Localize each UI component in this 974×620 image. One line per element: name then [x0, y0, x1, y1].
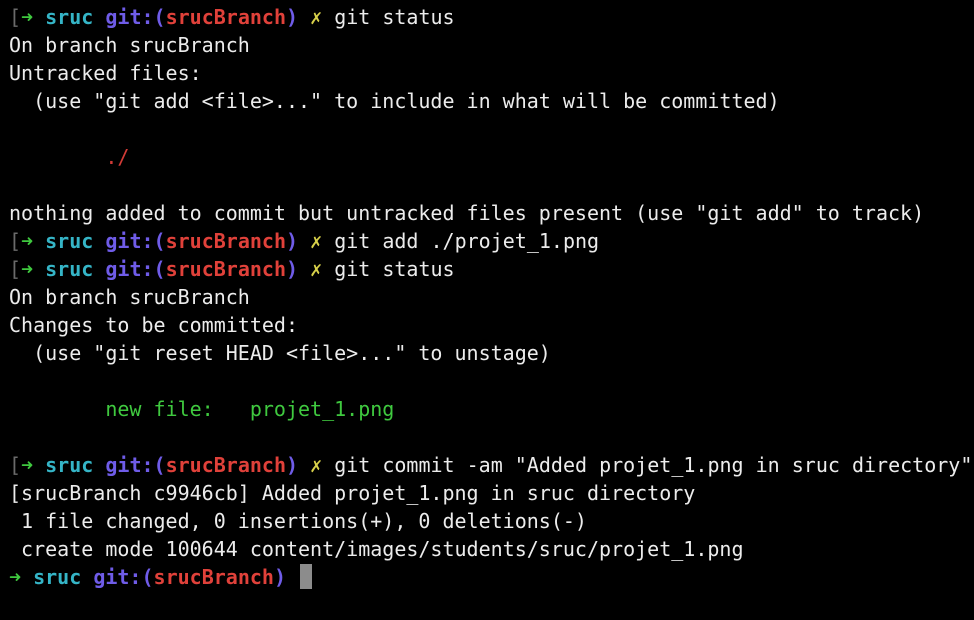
output-line: [srucBranch c9946cb] Added projet_1.png … — [9, 479, 974, 507]
output-text: Untracked files: — [9, 61, 202, 85]
command-text: git commit -am "Added projet_1.png in sr… — [334, 453, 973, 477]
prompt-directory: sruc — [45, 453, 94, 477]
output-line: nothing added to commit but untracked fi… — [9, 199, 974, 227]
prompt-bracket: [ — [9, 453, 22, 477]
output-text: On branch srucBranch — [9, 285, 250, 309]
prompt-paren-close: ) — [286, 453, 299, 477]
text-cursor[interactable] — [300, 564, 313, 589]
prompt-paren-open: ( — [153, 5, 166, 29]
prompt-branch-name: srucBranch — [153, 565, 274, 589]
prompt-paren-open: ( — [153, 257, 166, 281]
prompt-branch-name: srucBranch — [165, 453, 286, 477]
prompt-directory: sruc — [45, 5, 94, 29]
prompt-paren-close: ) — [286, 229, 299, 253]
prompt-arrow-icon: ➜ — [21, 453, 34, 477]
prompt-bracket: [ — [9, 229, 22, 253]
prompt-paren-close: ) — [286, 257, 299, 281]
output-line: On branch srucBranch — [9, 31, 974, 59]
prompt-arrow-icon: ➜ — [9, 565, 22, 589]
output-text: [srucBranch c9946cb] Added projet_1.png … — [9, 481, 696, 505]
prompt-directory: sruc — [45, 229, 94, 253]
output-text: (use "git reset HEAD <file>..." to unsta… — [9, 341, 551, 365]
prompt-line: [➜ sruc git:(srucBranch) ✗ git commit -a… — [9, 451, 974, 479]
prompt-line: [➜ sruc git:(srucBranch) ✗ git status — [9, 3, 974, 31]
output-line: On branch srucBranch — [9, 283, 974, 311]
output-text: nothing added to commit but untracked fi… — [9, 201, 925, 225]
prompt-paren-close: ) — [273, 565, 286, 589]
prompt-git-label: git: — [105, 229, 154, 253]
output-text: On branch srucBranch — [9, 33, 250, 57]
prompt-bracket: [ — [9, 5, 22, 29]
prompt-branch-name: srucBranch — [165, 229, 286, 253]
output-line: ./ — [9, 143, 974, 171]
prompt-paren-open: ( — [153, 229, 166, 253]
prompt-line: [➜ sruc git:(srucBranch) ✗ git status — [9, 255, 974, 283]
command-text: git status — [334, 257, 455, 281]
prompt-paren-close: ) — [286, 5, 299, 29]
output-text: create mode 100644 content/images/studen… — [9, 537, 744, 561]
dirty-state-icon: ✗ — [310, 5, 323, 29]
prompt-arrow-icon: ➜ — [21, 229, 34, 253]
prompt-arrow-icon: ➜ — [21, 257, 34, 281]
output-line: (use "git add <file>..." to include in w… — [9, 87, 974, 115]
output-line: (use "git reset HEAD <file>..." to unsta… — [9, 339, 974, 367]
output-line: 1 file changed, 0 insertions(+), 0 delet… — [9, 507, 974, 535]
output-text: Changes to be committed: — [9, 313, 298, 337]
command-text: git status — [334, 5, 455, 29]
terminal-window[interactable]: [➜ sruc git:(srucBranch) ✗ git status On … — [0, 0, 974, 620]
prompt-arrow-icon: ➜ — [21, 5, 34, 29]
output-line: create mode 100644 content/images/studen… — [9, 535, 974, 563]
dirty-state-icon: ✗ — [310, 229, 323, 253]
prompt-git-label: git: — [93, 565, 142, 589]
output-text: 1 file changed, 0 insertions(+), 0 delet… — [9, 509, 587, 533]
command-text: git add ./projet_1.png — [334, 229, 600, 253]
prompt-directory: sruc — [45, 257, 94, 281]
prompt-bracket: [ — [9, 257, 22, 281]
prompt-paren-open: ( — [141, 565, 154, 589]
output-text: (use "git add <file>..." to include in w… — [9, 89, 780, 113]
untracked-file-entry: ./ — [9, 145, 130, 169]
dirty-state-icon: ✗ — [310, 257, 323, 281]
prompt-git-label: git: — [105, 257, 154, 281]
prompt-git-label: git: — [105, 5, 154, 29]
prompt-paren-open: ( — [153, 453, 166, 477]
output-line: Changes to be committed: — [9, 311, 974, 339]
prompt-branch-name: srucBranch — [165, 5, 286, 29]
staged-file-entry: new file: projet_1.png — [9, 397, 395, 421]
prompt-directory: sruc — [33, 565, 82, 589]
output-line: new file: projet_1.png — [9, 395, 974, 423]
prompt-git-label: git: — [105, 453, 154, 477]
dirty-state-icon: ✗ — [310, 453, 323, 477]
output-line: Untracked files: — [9, 59, 974, 87]
prompt-line: [➜ sruc git:(srucBranch) ✗ git add ./pro… — [9, 227, 974, 255]
active-prompt-line: ➜ sruc git:(srucBranch) — [9, 563, 974, 591]
prompt-branch-name: srucBranch — [165, 257, 286, 281]
